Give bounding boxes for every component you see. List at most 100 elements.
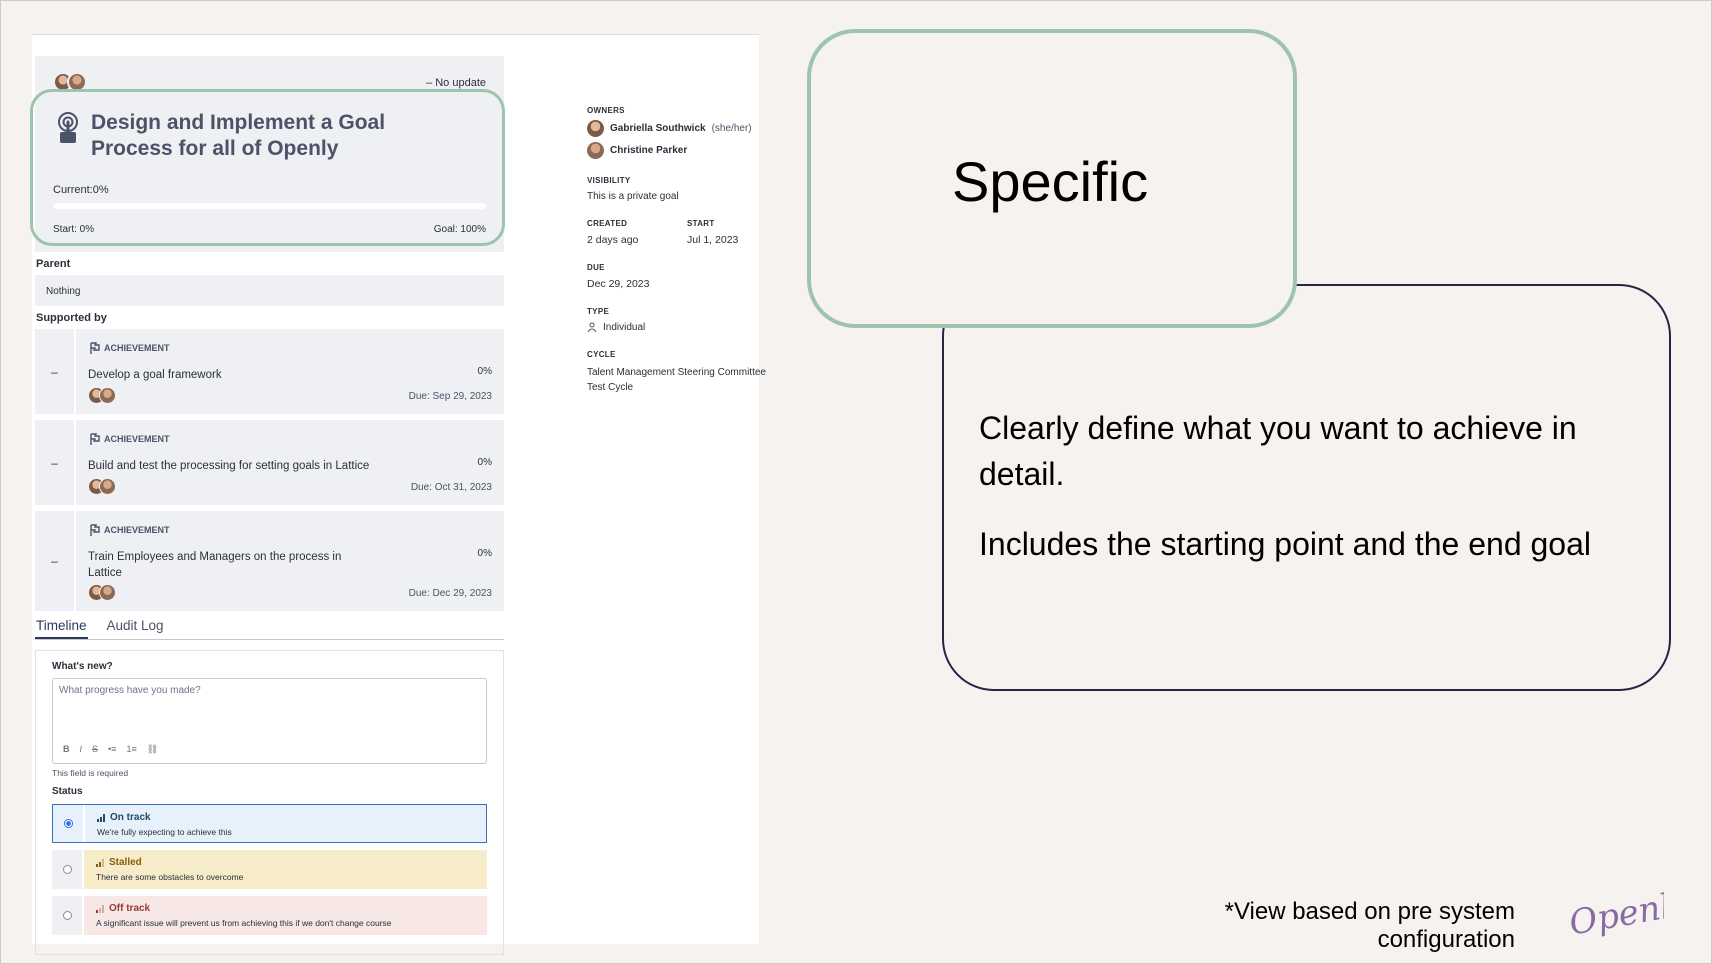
svg-text:Openly: Openly [1566,883,1664,941]
collapse-button[interactable]: – [35,329,74,414]
strikethrough-icon[interactable]: S [92,744,98,755]
owner-name[interactable]: Gabriella Southwick [610,123,706,134]
no-update-label: No update [435,77,486,89]
status-radio[interactable] [63,819,73,828]
status-option-body[interactable]: On track We're fully expecting to achiev… [85,805,486,842]
status-name-text: Off track [109,903,151,914]
supporting-goal[interactable]: ACHIEVEMENT Build and test the processin… [76,420,504,505]
list-item[interactable]: – ACHIEVEMENT Develop a goal framework 0… [35,329,504,414]
status-description: A significant issue will prevent us from… [96,918,392,928]
signal-bars-icon [97,813,105,822]
highlight-outline [30,89,505,246]
signal-bars-icon [96,858,104,867]
status-radio[interactable] [62,865,72,874]
tab-bar: Timeline Audit Log [35,615,504,640]
progress-update-input[interactable]: What progress have you made? B I S •≡ 1≡… [52,678,487,764]
status-name-text: On track [110,812,151,823]
bold-icon[interactable]: B [63,744,70,755]
format-toolbar: B I S •≡ 1≡ ⛓ [63,744,158,755]
collapse-button[interactable]: – [35,511,74,611]
visibility-value: This is a private goal [587,191,679,202]
owner-pronoun: (she/her) [711,123,752,134]
created-value: 2 days ago [587,234,639,246]
collapse-button[interactable]: – [35,420,74,505]
radio-cell [52,896,82,935]
details-sidebar: OWNERS Gabriella Southwick (she/her) Chri… [587,106,787,395]
goal-type-label: ACHIEVEMENT [104,434,170,444]
visibility-label: VISIBILITY [587,176,631,185]
openly-logo: Openly [1566,883,1664,941]
owner-avatars [88,584,116,601]
status-option-stalled[interactable]: Stalled There are some obstacles to over… [52,850,487,889]
due-date: Due: Sep 29, 2023 [408,391,492,402]
progress-update-placeholder: What progress have you made? [59,685,201,696]
owner-row[interactable]: Christine Parker [587,142,787,159]
achievement-icon [90,342,100,354]
goal-type: ACHIEVEMENT [88,523,492,537]
supporting-goals-list: – ACHIEVEMENT Develop a goal framework 0… [35,329,504,611]
supporting-goal-title[interactable]: Train Employees and Managers on the proc… [88,549,378,581]
avatar [99,478,116,495]
goal-type: ACHIEVEMENT [88,432,492,446]
person-icon [587,322,597,333]
supporting-goal-title[interactable]: Develop a goal framework [88,367,378,383]
avatar [587,142,604,159]
goal-type: ACHIEVEMENT [88,341,492,355]
parent-heading: Parent [36,258,71,270]
owner-name[interactable]: Christine Parker [610,145,687,156]
due-label: DUE [587,263,605,272]
cycle-label: CYCLE [587,350,616,359]
owner-row[interactable]: Gabriella Southwick (she/her) [587,120,787,137]
goal-type-label: ACHIEVEMENT [104,525,170,535]
supporting-goal-title[interactable]: Build and test the processing for settin… [88,458,378,474]
tab-audit-log[interactable]: Audit Log [106,615,165,639]
supporting-goal[interactable]: ACHIEVEMENT Train Employees and Managers… [76,511,504,611]
link-icon[interactable]: ⛓ [147,744,158,755]
slide-heading: Specific [952,150,1149,213]
status-name: Stalled [96,857,475,868]
bullet-list-icon[interactable]: •≡ [108,744,116,755]
start-value: Jul 1, 2023 [687,234,739,246]
status-name: Off track [96,903,475,914]
supporting-goal-progress: 0% [477,457,492,468]
type-text: Individual [603,322,646,333]
signal-bars-icon [96,904,104,913]
list-item[interactable]: – ACHIEVEMENT Build and test the process… [35,420,504,505]
whats-new-label: What's new? [52,661,113,672]
start-label: START [687,219,715,228]
status-name: On track [97,812,474,823]
tab-timeline[interactable]: Timeline [35,615,88,639]
due-date: Due: Oct 31, 2023 [410,482,492,493]
cycle-value[interactable]: Talent Management Steering Committee Tes… [587,365,782,395]
type-label: TYPE [587,307,610,316]
due-date: Due: Dec 29, 2023 [408,588,492,599]
supporting-goal-progress: 0% [477,366,492,377]
footnote: *View based on pre system configuration [1224,898,1515,953]
owner-avatars [88,478,116,495]
supporting-goal[interactable]: ACHIEVEMENT Develop a goal framework 0% … [76,329,504,414]
slide-description-2: Includes the starting point and the end … [979,526,1591,562]
due-value: Dec 29, 2023 [587,278,650,290]
goal-type-label: ACHIEVEMENT [104,343,170,353]
status-description: There are some obstacles to overcome [96,872,244,882]
achievement-icon [90,524,100,536]
status-option-off-track[interactable]: Off track A significant issue will preve… [52,896,487,935]
status-option-body[interactable]: Stalled There are some obstacles to over… [84,850,487,889]
parent-value[interactable]: Nothing [35,275,504,306]
italic-icon[interactable]: I [80,744,83,755]
list-item[interactable]: – ACHIEVEMENT Train Employees and Manage… [35,511,504,611]
type-value: Individual [587,322,787,333]
supported-by-heading: Supported by [36,312,107,324]
numbered-list-icon[interactable]: 1≡ [126,744,136,755]
status-label: Status [52,786,83,797]
status-name-text: Stalled [109,857,142,868]
owner-avatars [88,387,116,404]
slide-description-1: Clearly define what you want to achieve … [979,410,1577,492]
status-radio[interactable] [62,911,72,920]
dates-row: CREATED 2 days ago START Jul 1, 2023 [587,219,787,246]
owners-label: OWNERS [587,106,625,115]
status-option-on-track[interactable]: On track We're fully expecting to achiev… [52,804,487,843]
created-label: CREATED [587,219,628,228]
update-status: – No update [426,77,486,89]
status-option-body[interactable]: Off track A significant issue will preve… [84,896,487,935]
